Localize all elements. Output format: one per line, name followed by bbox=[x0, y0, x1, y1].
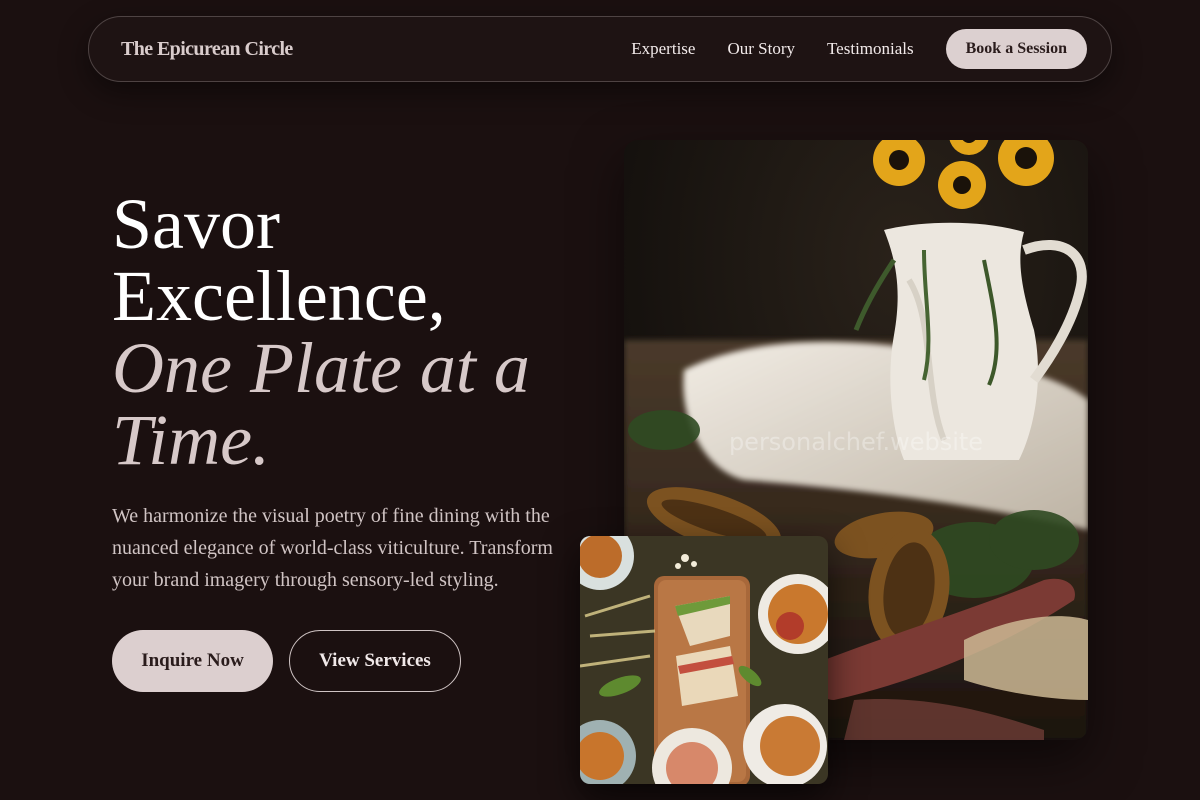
sandwich-platter-photo bbox=[580, 536, 828, 784]
inquire-now-button[interactable]: Inquire Now bbox=[112, 630, 273, 692]
nav-link-expertise[interactable]: Expertise bbox=[631, 39, 695, 59]
hero-headline: Savor Excellence, One Plate at a Time. bbox=[112, 188, 592, 476]
nav-links: Expertise Our Story Testimonials Book a … bbox=[631, 29, 1087, 69]
landing-page: The Epicurean Circle Expertise Our Story… bbox=[0, 0, 1200, 800]
headline-main: Savor Excellence, bbox=[112, 184, 446, 336]
brand-logo[interactable]: The Epicurean Circle bbox=[121, 38, 293, 61]
top-navigation: The Epicurean Circle Expertise Our Story… bbox=[88, 16, 1112, 82]
view-services-button[interactable]: View Services bbox=[289, 630, 461, 692]
book-session-button[interactable]: Book a Session bbox=[945, 29, 1087, 69]
nav-link-testimonials[interactable]: Testimonials bbox=[827, 39, 914, 59]
nav-link-our-story[interactable]: Our Story bbox=[727, 39, 795, 59]
hero-description: We harmonize the visual poetry of fine d… bbox=[112, 505, 553, 591]
headline-accent: One Plate at a Time. bbox=[112, 328, 530, 480]
sandwich-platter-photo-icon bbox=[580, 536, 828, 784]
photo-watermark: personalchef.website bbox=[728, 428, 984, 456]
